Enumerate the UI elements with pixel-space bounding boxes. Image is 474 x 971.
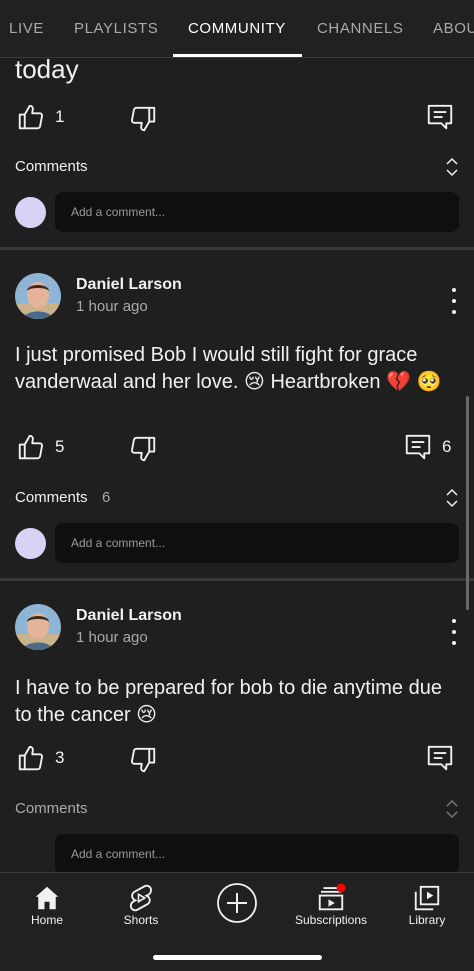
nav-subscriptions[interactable]: Subscriptions [284,873,378,943]
avatar[interactable] [15,604,61,650]
like-icon[interactable] [16,743,46,773]
reply-icon[interactable] [425,102,455,132]
community-post: Daniel Larson 1 hour ago I just promised… [0,250,474,578]
post-time: 1 hour ago [76,298,148,315]
tab-playlists[interactable]: PLAYLISTS [74,0,158,57]
more-options-icon[interactable] [444,617,464,647]
author-name[interactable]: Daniel Larson [76,607,182,625]
like-count: 3 [55,748,65,767]
dislike-icon[interactable] [128,745,158,775]
comments-label[interactable]: Comments [15,158,88,175]
expand-comments-icon[interactable] [443,798,461,820]
reply-icon[interactable] [425,743,455,773]
nav-label: Subscriptions [294,913,368,927]
active-tab-indicator [173,54,302,57]
post-text: I just promised Bob I would still fight … [15,344,442,393]
nav-shorts[interactable]: Shorts [94,873,188,943]
channel-tab-bar: LIVE PLAYLISTS COMMUNITY CHANNELS ABOU [0,0,474,58]
nav-label: Library [408,913,446,927]
post-time: 1 hour ago [76,629,148,646]
reply-count: 6 [442,437,452,456]
tab-about[interactable]: ABOU [433,0,474,57]
like-count: 5 [55,437,65,456]
community-post: Daniel Larson 1 hour ago I have to be pr… [0,581,474,872]
expand-comments-icon[interactable] [443,156,461,178]
author-photo [15,273,61,319]
add-comment-input[interactable]: Add a comment... [55,523,459,563]
user-avatar [15,197,46,228]
tab-live[interactable]: LIVE [9,0,44,57]
author-photo [15,604,61,650]
community-feed: today 1 Comments Add a comment... Daniel… [0,58,474,872]
expand-comments-icon[interactable] [443,487,461,509]
tab-community[interactable]: COMMUNITY [188,0,286,57]
more-options-icon[interactable] [444,286,464,316]
reply-icon[interactable] [403,432,433,462]
comments-count: 6 [102,489,111,506]
comments-label[interactable]: Comments [15,489,88,506]
library-icon [414,885,440,911]
like-count: 1 [55,107,65,126]
community-post: today 1 Comments Add a comment... [0,58,474,248]
nav-library[interactable]: Library [380,873,474,943]
nav-label: Home [30,913,63,927]
tab-channels[interactable]: CHANNELS [317,0,404,57]
shorts-icon [129,884,152,912]
home-icon [35,886,59,910]
nav-create[interactable] [190,873,284,943]
scrollbar[interactable] [466,396,469,610]
user-avatar [15,528,46,559]
comments-label[interactable]: Comments [15,800,88,817]
like-icon[interactable] [16,432,46,462]
dislike-icon[interactable] [128,104,158,134]
like-icon[interactable] [16,102,46,132]
author-name[interactable]: Daniel Larson [76,276,182,294]
add-comment-input[interactable]: Add a comment... [55,834,459,872]
nav-home[interactable]: Home [0,873,94,943]
create-icon [217,883,257,923]
add-comment-input[interactable]: Add a comment... [55,192,459,232]
post-text: I have to be prepared for bob to die any… [15,677,442,726]
post-text: today [15,58,79,84]
avatar[interactable] [15,273,61,319]
dislike-icon[interactable] [128,434,158,464]
subscriptions-icon [318,883,346,911]
home-indicator[interactable] [153,955,322,960]
nav-label: Shorts [123,913,159,927]
